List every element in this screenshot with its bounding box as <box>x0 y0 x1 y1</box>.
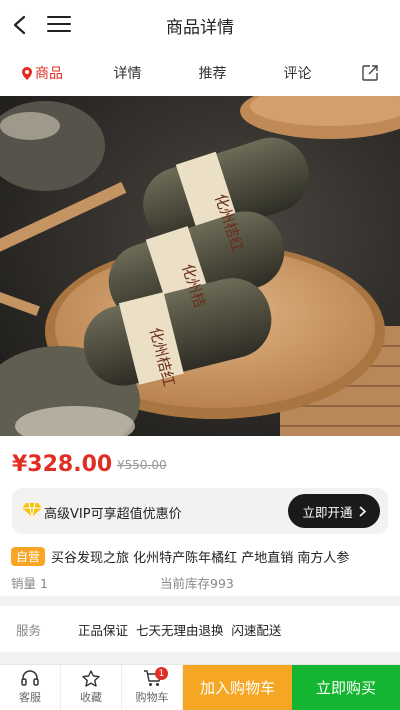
cart-label: 购物车 <box>135 691 169 704</box>
cart-button[interactable]: 1 购物车 <box>122 665 183 710</box>
diamond-icon <box>22 502 42 518</box>
bottom-action-bar: 客服 收藏 1 购物车 加入购物车 立即购买 <box>0 664 400 710</box>
share-button[interactable] <box>340 64 400 82</box>
tab-details[interactable]: 详情 <box>85 63 170 83</box>
vip-activate-label: 立即开通 <box>302 504 353 520</box>
tab-product[interactable]: 商品 <box>0 63 85 83</box>
add-to-cart-button[interactable]: 加入购物车 <box>183 665 292 710</box>
sales-count: 销量 1 <box>11 576 48 591</box>
location-pin-icon <box>22 66 32 80</box>
buy-now-button[interactable]: 立即购买 <box>292 665 400 710</box>
menu-icon[interactable] <box>47 16 71 34</box>
tab-recommend-label: 推荐 <box>198 66 227 82</box>
customer-service-button[interactable]: 客服 <box>0 665 61 710</box>
vip-text: 高级VIP可享超值优惠价 <box>44 507 182 522</box>
product-detail-page: 商品详情 商品 详情 推荐 评论 化州桔红 化州桔 化州桔红 ¥328.00 ¥… <box>0 0 400 710</box>
service-row[interactable]: 服务 正品保证 七天无理由退换 闪速配送 <box>0 606 400 652</box>
customer-service-label: 客服 <box>19 691 41 704</box>
back-icon[interactable] <box>10 14 32 36</box>
vip-banner: 高级VIP可享超值优惠价 立即开通 <box>12 488 388 534</box>
product-name: 买谷发现之旅 化州特产陈年橘红 产地直销 南方人参 <box>51 550 350 566</box>
product-info: ¥328.00 ¥550.00 高级VIP可享超值优惠价 立即开通 自营 买谷发… <box>0 436 400 596</box>
product-name-row: 自营 买谷发现之旅 化州特产陈年橘红 产地直销 南方人参 <box>11 546 400 566</box>
tab-reviews[interactable]: 评论 <box>255 63 340 83</box>
chevron-right-icon <box>358 505 366 517</box>
tab-reviews-label: 评论 <box>283 66 312 82</box>
tab-product-label: 商品 <box>35 66 63 82</box>
current-price: ¥328.00 <box>12 452 113 477</box>
service-label: 服务 <box>16 622 42 638</box>
section-tabs: 商品 详情 推荐 评论 <box>0 50 400 96</box>
product-photo: 化州桔红 化州桔 化州桔红 <box>0 96 400 436</box>
self-operated-tag: 自营 <box>11 546 46 566</box>
vip-activate-button[interactable]: 立即开通 <box>288 494 380 528</box>
tab-details-label: 详情 <box>113 66 142 82</box>
tab-recommend[interactable]: 推荐 <box>170 63 255 83</box>
favorite-label: 收藏 <box>80 691 102 704</box>
original-price: ¥550.00 <box>117 458 167 472</box>
headset-icon <box>21 670 39 686</box>
product-image[interactable]: 化州桔红 化州桔 化州桔红 <box>0 96 400 436</box>
service-value: 正品保证 七天无理由退换 闪速配送 <box>78 622 282 638</box>
cart-count-badge: 1 <box>155 667 168 680</box>
top-bar: 商品详情 <box>0 0 400 50</box>
favorite-button[interactable]: 收藏 <box>61 665 122 710</box>
star-icon <box>82 670 100 687</box>
share-icon <box>362 65 378 81</box>
stock-count: 当前库存993 <box>160 576 234 591</box>
